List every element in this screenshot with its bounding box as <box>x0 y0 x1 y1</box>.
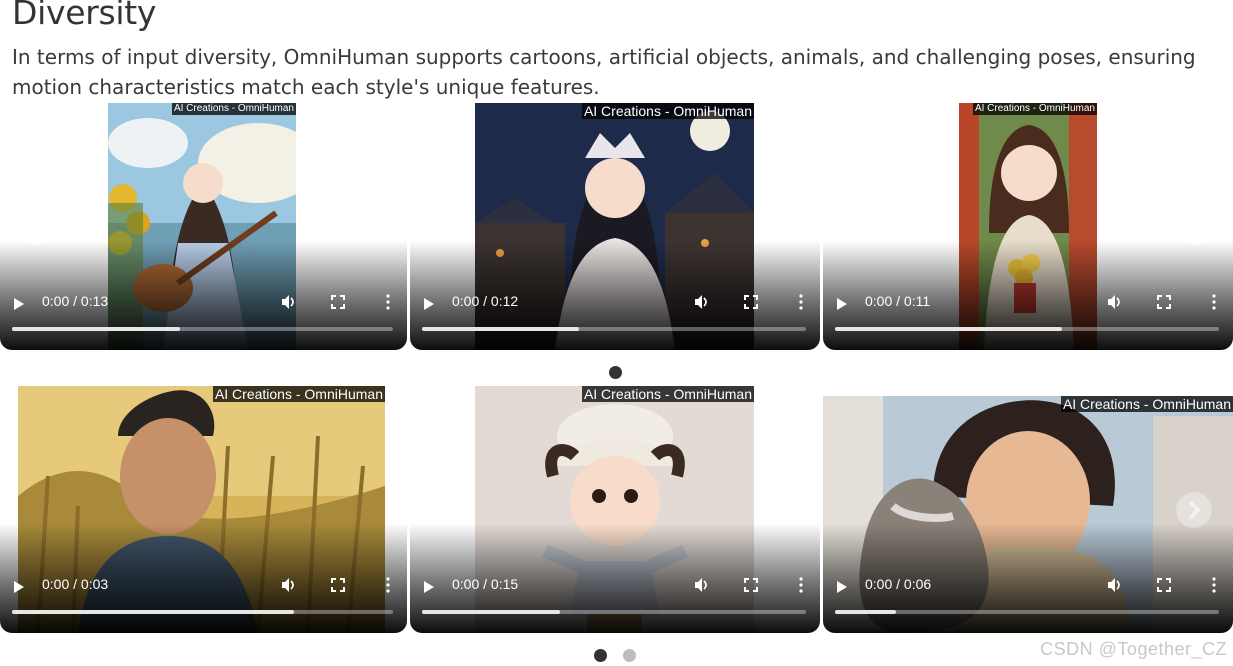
carousel-dot[interactable] <box>609 366 622 379</box>
video-controls: 0:00 / 0:11 <box>823 288 1233 350</box>
video-time: 0:00 / 0:11 <box>865 293 931 309</box>
volume-icon[interactable] <box>1107 294 1123 310</box>
play-icon[interactable] <box>424 581 434 593</box>
video-progress-bar[interactable] <box>12 610 393 614</box>
chevron-right-icon <box>1189 218 1201 236</box>
chevron-left-icon <box>28 218 40 236</box>
carousel-prev-button[interactable] <box>17 209 53 245</box>
fullscreen-icon[interactable] <box>744 295 758 309</box>
video-controls: 0:00 / 0:12 <box>410 288 820 350</box>
video-watermark: AI Creations - OmniHuman <box>581 386 754 403</box>
video-progress-bar[interactable] <box>835 610 1219 614</box>
video-watermark: AI Creations - OmniHuman <box>212 386 385 403</box>
section-title: Diversity <box>12 0 157 32</box>
play-icon[interactable] <box>837 581 847 593</box>
video-progress-bar[interactable] <box>422 610 806 614</box>
carousel-dot[interactable] <box>623 649 636 662</box>
play-icon[interactable] <box>14 298 24 310</box>
video-player[interactable]: AI Creations - OmniHuman 0:00 / 0:11 <box>823 103 1233 350</box>
play-icon[interactable] <box>837 298 847 310</box>
video-controls: 0:00 / 0:06 <box>823 571 1233 633</box>
carousel-dot[interactable] <box>594 649 607 662</box>
more-options-icon[interactable] <box>1211 577 1217 593</box>
video-controls: 0:00 / 0:13 <box>0 288 407 350</box>
video-watermark: AI Creations - OmniHuman <box>581 103 754 120</box>
video-watermark: AI Creations - OmniHuman <box>171 103 296 115</box>
video-time: 0:00 / 0:12 <box>452 293 519 309</box>
play-icon[interactable] <box>14 581 24 593</box>
more-options-icon[interactable] <box>1211 294 1217 310</box>
video-time: 0:00 / 0:15 <box>452 576 519 592</box>
video-player[interactable]: AI Creations - OmniHuman 0:00 / 0:12 <box>410 103 820 350</box>
video-controls: 0:00 / 0:15 <box>410 571 820 633</box>
volume-icon[interactable] <box>1107 577 1123 593</box>
carousel-next-button[interactable] <box>1176 492 1212 528</box>
more-options-icon[interactable] <box>385 294 391 310</box>
volume-icon[interactable] <box>694 294 710 310</box>
volume-icon[interactable] <box>694 577 710 593</box>
fullscreen-icon[interactable] <box>1157 295 1171 309</box>
play-icon[interactable] <box>424 298 434 310</box>
volume-icon[interactable] <box>281 294 297 310</box>
video-watermark: AI Creations - OmniHuman <box>1060 396 1233 413</box>
fullscreen-icon[interactable] <box>744 578 758 592</box>
carousel-next-button[interactable] <box>1176 209 1212 245</box>
fullscreen-icon[interactable] <box>331 295 345 309</box>
video-player[interactable]: AI Creations - OmniHuman 0:00 / 0:15 <box>410 386 820 633</box>
fullscreen-icon[interactable] <box>1157 578 1171 592</box>
video-time: 0:00 / 0:06 <box>865 576 932 592</box>
fullscreen-icon[interactable] <box>331 578 345 592</box>
video-time: 0:00 / 0:03 <box>42 576 109 592</box>
section-description: In terms of input diversity, OmniHuman s… <box>12 45 1196 99</box>
volume-icon[interactable] <box>281 577 297 593</box>
video-watermark: AI Creations - OmniHuman <box>972 103 1097 115</box>
video-player[interactable]: AI Creations - OmniHuman 0:00 / 0:13 <box>0 103 407 350</box>
more-options-icon[interactable] <box>385 577 391 593</box>
chevron-right-icon <box>1189 501 1201 519</box>
more-options-icon[interactable] <box>798 577 804 593</box>
video-player[interactable]: AI Creations - OmniHuman 0:00 / 0:03 <box>0 386 407 633</box>
video-progress-bar[interactable] <box>12 327 393 331</box>
more-options-icon[interactable] <box>798 294 804 310</box>
video-progress-bar[interactable] <box>835 327 1219 331</box>
video-progress-bar[interactable] <box>422 327 806 331</box>
footer-watermark: CSDN @Together_CZ <box>1040 639 1227 659</box>
video-player[interactable]: AI Creations - OmniHuman 0:00 / 0:06 <box>823 386 1233 633</box>
video-controls: 0:00 / 0:03 <box>0 571 407 633</box>
video-time: 0:00 / 0:13 <box>42 293 109 309</box>
